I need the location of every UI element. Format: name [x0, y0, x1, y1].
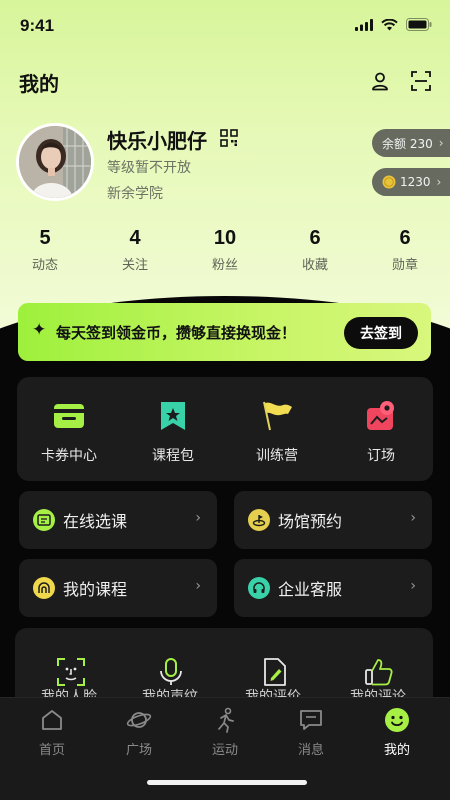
run-icon	[211, 706, 239, 734]
tab-messages[interactable]: 消息	[281, 706, 341, 758]
course-icon	[33, 577, 55, 599]
flag-icon	[260, 399, 294, 433]
level-text: 等级暂不开放	[107, 160, 191, 176]
tab-label: 运动	[211, 743, 238, 758]
entry-my-courses[interactable]: 我的课程 ›	[19, 559, 217, 617]
status-bar: 9:41	[0, 0, 450, 52]
coins-pill[interactable]: 1230 ›	[372, 168, 450, 196]
home-icon	[38, 706, 66, 734]
stat-medals[interactable]: 6 勋章	[360, 226, 450, 276]
coins-label: 1230	[400, 175, 431, 189]
tab-label: 首页	[38, 743, 65, 758]
entry-label: 我的课程	[63, 580, 128, 599]
entry-label: 在线选课	[63, 512, 128, 531]
stat-value: 10	[213, 227, 237, 249]
signin-banner[interactable]: ✦ 每天签到领金币，攒够直接换现金！ 去签到	[18, 303, 431, 361]
username: 快乐小肥仔	[107, 129, 207, 153]
entry-label: 场馆预约	[278, 512, 343, 531]
quick-action-label: 订场	[367, 448, 395, 464]
card-wallet-icon	[52, 399, 86, 433]
tab-plaza[interactable]: 广场	[109, 706, 169, 758]
wifi-icon	[381, 18, 398, 30]
entry-online-courses[interactable]: 在线选课 ›	[19, 491, 217, 549]
quick-action-label: 课程包	[152, 448, 194, 464]
signin-button[interactable]: 去签到	[344, 317, 418, 349]
stat-favorites[interactable]: 6 收藏	[270, 226, 360, 276]
quick-action-course-pack[interactable]: 课程包	[121, 377, 225, 481]
stat-followers[interactable]: 10 粉丝	[180, 226, 270, 276]
stat-value: 5	[39, 227, 51, 249]
balance-label: 余额 230	[382, 136, 433, 151]
screen: 9:41 我的 快乐小肥仔 等级暂不开放 新余学院 余额 230 › 1230 …	[0, 0, 450, 800]
chevron-right-icon: ›	[410, 510, 416, 526]
quick-action-coupons[interactable]: 卡券中心	[17, 377, 121, 481]
page-title: 我的	[19, 72, 59, 96]
tab-label: 消息	[297, 743, 324, 758]
entry-label: 企业客服	[278, 580, 343, 599]
tab-home[interactable]: 首页	[22, 706, 82, 758]
stat-label: 收藏	[301, 258, 328, 273]
balance-pill[interactable]: 余额 230 ›	[372, 129, 450, 157]
signin-text: 每天签到领金币，攒够直接换现金！	[56, 324, 297, 342]
chevron-right-icon: ›	[410, 578, 416, 594]
screen-icon	[33, 509, 55, 531]
tab-sport[interactable]: 运动	[195, 706, 255, 758]
entry-customer-service[interactable]: 企业客服 ›	[234, 559, 432, 617]
status-icons	[355, 18, 432, 31]
quick-action-training-camp[interactable]: 训练营	[225, 377, 329, 481]
page-header: 我的	[0, 60, 450, 104]
user-icon[interactable]	[367, 68, 393, 94]
battery-icon	[406, 18, 432, 31]
entry-venue-booking[interactable]: 场馆预约 ›	[234, 491, 432, 549]
stat-following[interactable]: 4 关注	[90, 226, 180, 276]
headset-icon	[248, 577, 270, 599]
stats-row: 5 动态 4 关注 10 粉丝 6 收藏 6 勋章	[0, 226, 450, 276]
qr-code-icon[interactable]	[220, 129, 238, 147]
chevron-right-icon: ›	[195, 510, 201, 526]
quick-action-book-venue[interactable]: 订场	[329, 377, 433, 481]
avatar[interactable]	[16, 123, 94, 201]
chevron-right-icon: ›	[438, 136, 444, 150]
stat-value: 6	[309, 227, 321, 249]
tab-label: 我的	[383, 743, 410, 758]
smile-icon	[383, 706, 411, 734]
stat-label: 勋章	[391, 258, 418, 273]
tab-mine[interactable]: 我的	[367, 706, 427, 758]
home-indicator	[147, 780, 307, 785]
stat-label: 动态	[31, 258, 58, 273]
stat-label: 粉丝	[211, 258, 238, 273]
sparkle-icon: ✦	[32, 320, 47, 340]
chevron-right-icon: ›	[436, 175, 442, 189]
stat-posts[interactable]: 5 动态	[0, 226, 90, 276]
bookmark-star-icon	[156, 399, 190, 433]
school-text: 新余学院	[107, 186, 163, 202]
venue-icon	[248, 509, 270, 531]
stat-value: 6	[399, 227, 411, 249]
scan-icon[interactable]	[408, 68, 434, 94]
planet-icon	[125, 706, 153, 734]
quick-actions-panel: 卡券中心 课程包 训练营 订场	[17, 377, 433, 481]
stat-value: 4	[129, 227, 141, 249]
quick-action-label: 卡券中心	[41, 448, 97, 464]
status-time: 9:41	[20, 16, 55, 35]
tab-label: 广场	[125, 743, 152, 758]
quick-action-label: 训练营	[256, 448, 298, 464]
chevron-right-icon: ›	[195, 578, 201, 594]
signal-icon	[355, 18, 373, 31]
stat-label: 关注	[121, 258, 148, 273]
message-icon	[297, 706, 325, 734]
map-pin-icon	[364, 399, 398, 433]
coin-icon	[382, 175, 396, 189]
